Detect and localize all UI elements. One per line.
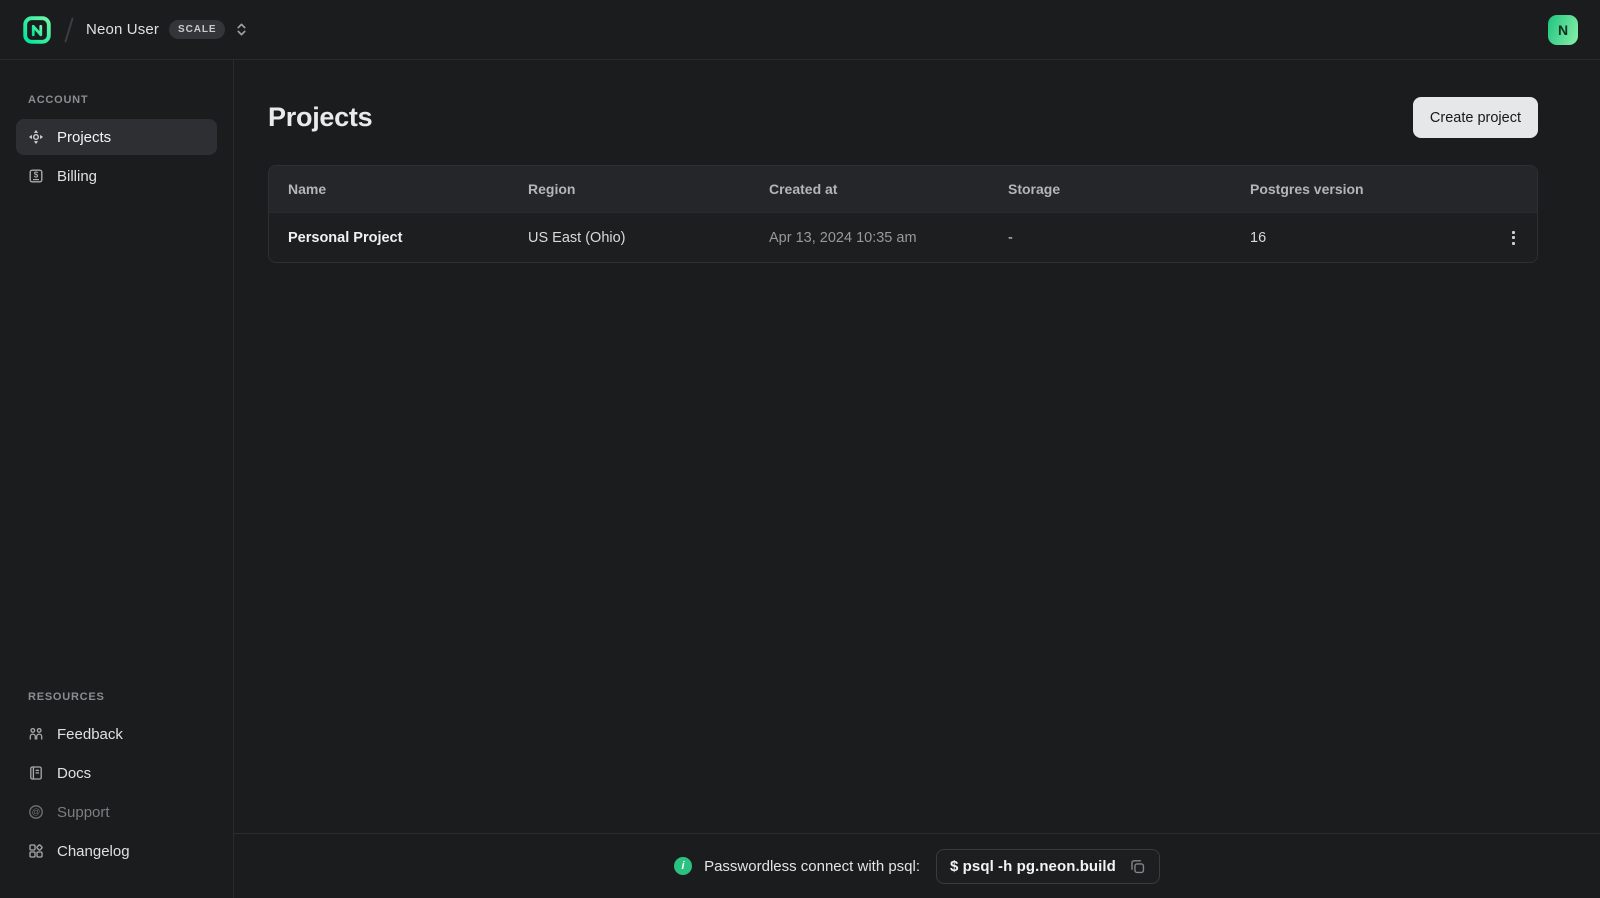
account-section-label: ACCOUNT	[28, 94, 89, 106]
project-name-cell: Personal Project	[288, 229, 403, 246]
column-header-created-at: Created at	[769, 181, 838, 197]
project-created-at-cell: Apr 13, 2024 10:35 am	[769, 229, 917, 246]
psql-hint-label: Passwordless connect with psql:	[704, 857, 921, 875]
project-storage-cell: -	[1008, 229, 1013, 246]
docs-icon	[28, 765, 44, 781]
main-area: Projects Create project Name Region Crea…	[234, 60, 1600, 898]
svg-text:$: $	[34, 171, 39, 180]
svg-text:@: @	[32, 807, 41, 817]
sidebar-account-section: ACCOUNT Projects $ Billing	[16, 94, 217, 197]
breadcrumb-slash	[64, 16, 74, 43]
table-row[interactable]: Personal Project US East (Ohio) Apr 13, …	[269, 212, 1537, 262]
plan-badge: SCALE	[169, 20, 226, 39]
feedback-icon	[28, 726, 44, 742]
user-avatar[interactable]: N	[1548, 14, 1578, 45]
column-header-region: Region	[528, 181, 576, 197]
sidebar-item-support[interactable]: @ Support	[16, 794, 217, 830]
psql-command-box[interactable]: $ psql -h pg.neon.build	[936, 848, 1160, 884]
row-actions-button[interactable]	[1499, 224, 1527, 252]
page-header: Projects Create project	[268, 97, 1538, 138]
sidebar-resources-section: RESOURCES Feedback Docs @ Support Change…	[16, 691, 217, 872]
org-name[interactable]: Neon User	[86, 21, 159, 38]
copy-icon	[1131, 859, 1145, 873]
sidebar-item-label: Projects	[57, 128, 112, 146]
sidebar-item-billing[interactable]: $ Billing	[16, 158, 217, 194]
psql-footer-bar: i Passwordless connect with psql: $ psql…	[234, 833, 1600, 898]
copy-button[interactable]	[1129, 858, 1146, 875]
column-header-name: Name	[288, 181, 327, 197]
changelog-icon	[28, 843, 44, 859]
page-title: Projects	[268, 102, 373, 132]
psql-command-text: $ psql -h pg.neon.build	[950, 857, 1116, 875]
sidebar-item-label: Billing	[57, 167, 98, 185]
sidebar-item-projects[interactable]: Projects	[16, 119, 217, 155]
top-bar: Neon User SCALE N	[0, 0, 1600, 60]
sidebar-item-docs[interactable]: Docs	[16, 755, 217, 791]
projects-icon	[28, 129, 44, 145]
kebab-menu-icon	[1511, 230, 1515, 234]
neon-logo-icon[interactable]	[22, 15, 52, 45]
sidebar-item-label: Feedback	[57, 725, 123, 743]
project-postgres-version-cell: 16	[1250, 229, 1267, 246]
sidebar-item-label: Docs	[57, 764, 92, 782]
project-region-cell: US East (Ohio)	[528, 229, 626, 246]
resources-section-label: RESOURCES	[28, 691, 105, 703]
sidebar-item-label: Support	[57, 803, 110, 821]
column-header-storage: Storage	[1008, 181, 1061, 197]
sidebar-item-feedback[interactable]: Feedback	[16, 716, 217, 752]
create-project-button[interactable]: Create project	[1412, 97, 1538, 138]
billing-icon: $	[28, 168, 44, 184]
main-content: Projects Create project Name Region Crea…	[234, 60, 1600, 833]
projects-table: Name Region Created at Storage Postgres …	[268, 165, 1538, 263]
info-icon: i	[674, 857, 693, 875]
sidebar-item-label: Changelog	[57, 842, 130, 860]
support-icon: @	[28, 804, 44, 820]
chevron-up-down-icon[interactable]	[235, 22, 248, 37]
table-header-row: Name Region Created at Storage Postgres …	[269, 166, 1537, 212]
sidebar-item-changelog[interactable]: Changelog	[16, 833, 217, 869]
column-header-postgres-version: Postgres version	[1250, 181, 1364, 197]
sidebar: ACCOUNT Projects $ Billing RESOURCES Fee…	[0, 60, 234, 898]
